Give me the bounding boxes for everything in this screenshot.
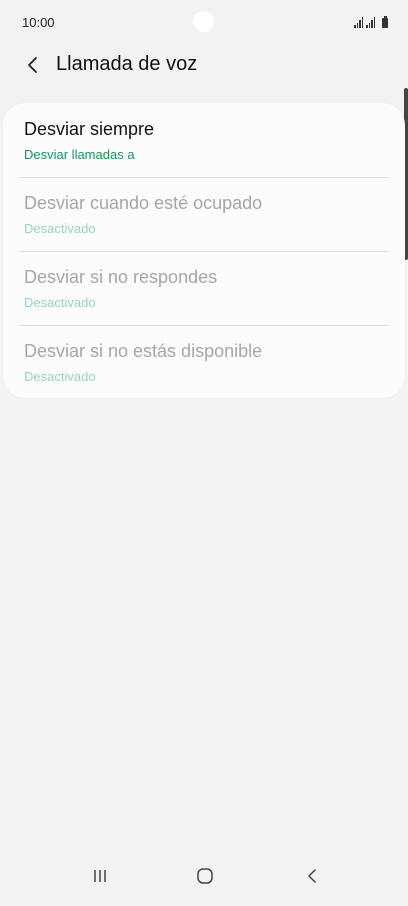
app-bar: Llamada de voz bbox=[0, 44, 408, 88]
forward-when-busy-option[interactable]: Desviar cuando esté ocupado Desactivado bbox=[24, 177, 389, 251]
status-time: 10:00 bbox=[22, 15, 55, 30]
option-title: Desviar cuando esté ocupado bbox=[24, 193, 263, 213]
forwarding-options-card: Desviar siempre Desviar llamadas a Desvi… bbox=[3, 103, 405, 398]
status-bar: 10:00 bbox=[0, 0, 408, 44]
option-subtitle: Desviar llamadas a bbox=[24, 147, 135, 162]
option-subtitle: Desactivado bbox=[24, 295, 96, 310]
back-nav-button[interactable] bbox=[290, 858, 334, 894]
home-icon bbox=[197, 868, 213, 884]
recent-apps-icon bbox=[94, 870, 106, 882]
option-title: Desviar si no estás disponible bbox=[24, 341, 263, 361]
forward-when-unanswered-option[interactable]: Desviar si no respondes Desactivado bbox=[24, 251, 389, 325]
forward-when-unreachable-option[interactable]: Desviar si no estás disponible Desactiva… bbox=[24, 325, 389, 399]
forward-always-option[interactable]: Desviar siempre Desviar llamadas a bbox=[24, 103, 389, 177]
battery-icon bbox=[382, 16, 388, 28]
page-title: Llamada de voz bbox=[56, 53, 198, 75]
chevron-left-icon bbox=[28, 57, 37, 73]
status-icons bbox=[354, 15, 388, 28]
navigation-bar bbox=[0, 848, 408, 906]
signal-strength-icon bbox=[366, 17, 375, 28]
camera-cutout bbox=[193, 11, 214, 32]
option-subtitle: Desactivado bbox=[24, 221, 96, 236]
home-button[interactable] bbox=[183, 858, 227, 894]
option-subtitle: Desactivado bbox=[24, 369, 96, 384]
back-icon bbox=[308, 869, 316, 883]
back-button[interactable] bbox=[18, 50, 48, 80]
option-title: Desviar si no respondes bbox=[24, 267, 218, 287]
signal-strength-icon bbox=[354, 17, 363, 28]
recent-apps-button[interactable] bbox=[78, 858, 122, 894]
option-title: Desviar siempre bbox=[24, 119, 155, 139]
